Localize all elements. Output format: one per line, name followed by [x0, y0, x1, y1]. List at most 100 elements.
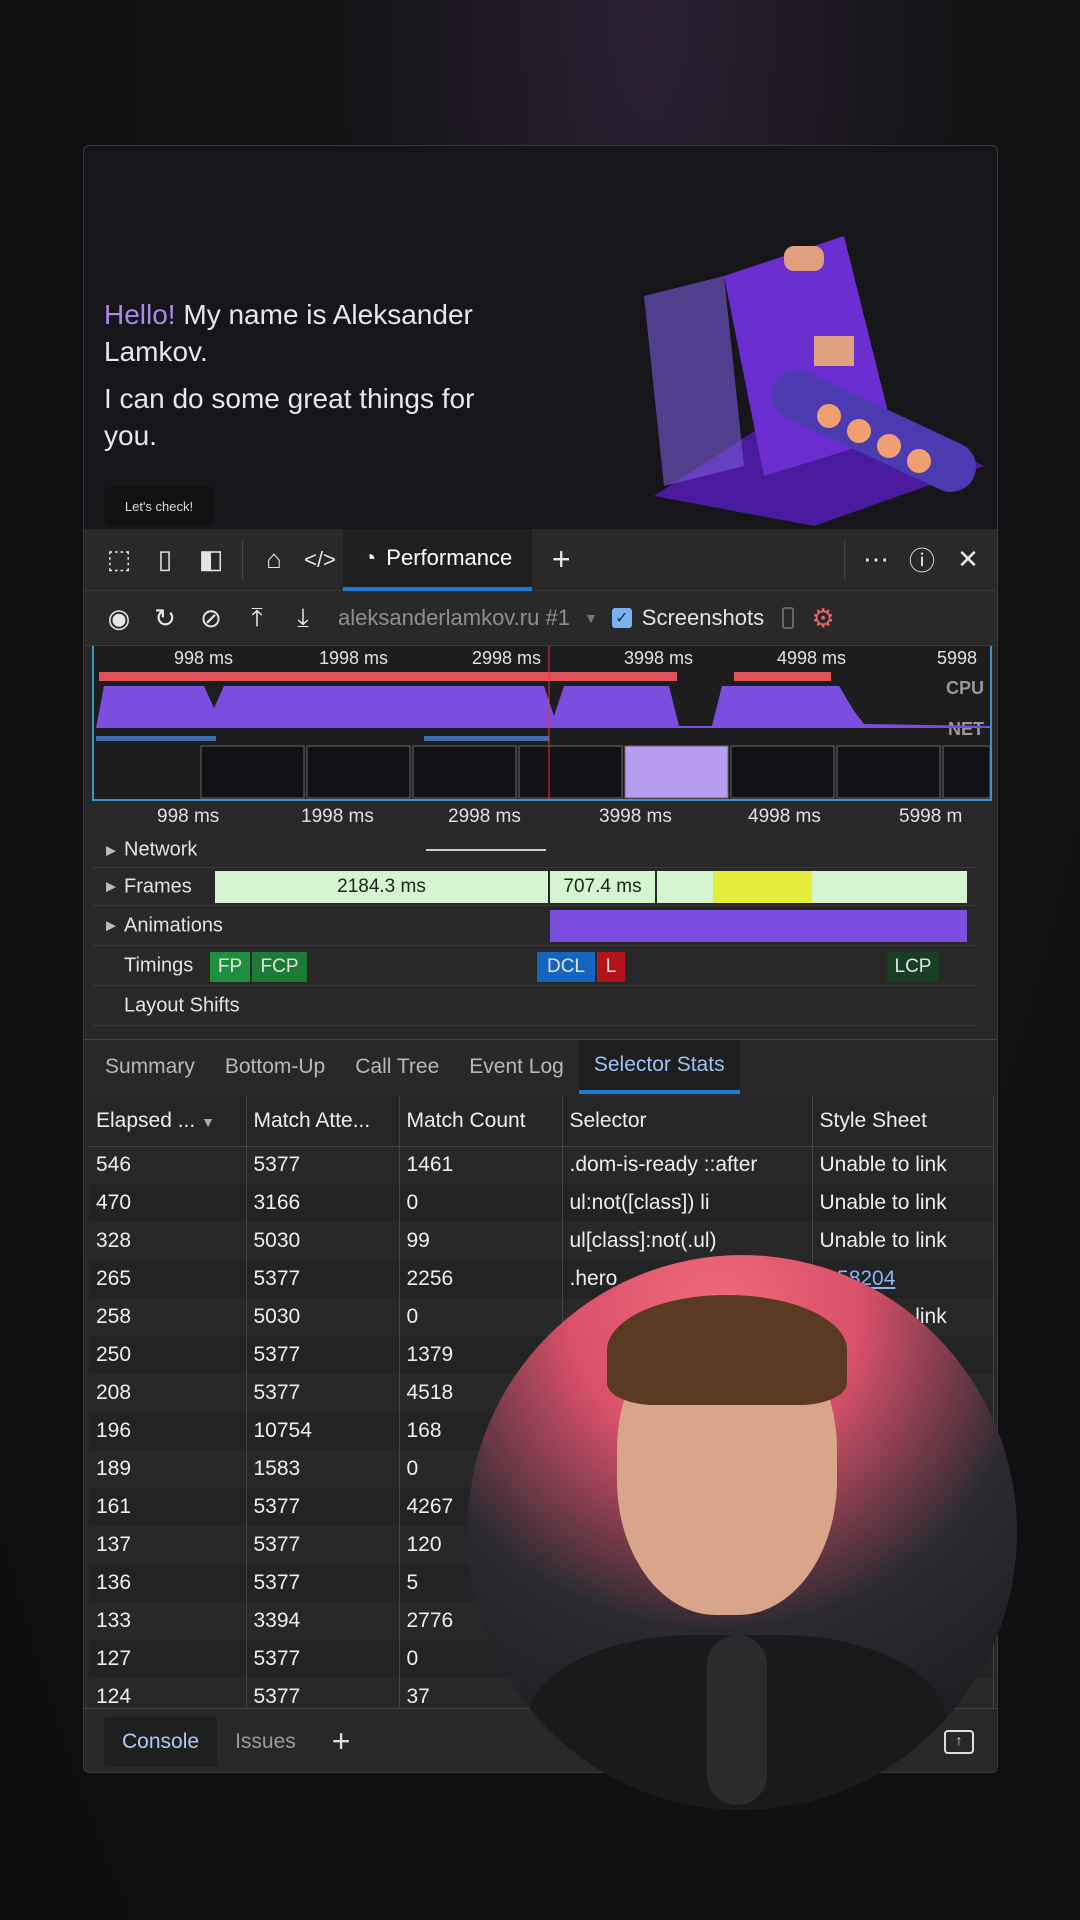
elapsed-cell: 250 — [89, 1336, 247, 1374]
track-label: Animations — [124, 914, 223, 936]
download-icon[interactable]: ⤓ — [280, 595, 326, 641]
microphone — [707, 1635, 767, 1805]
tab-summary[interactable]: Summary — [90, 1040, 210, 1094]
column-header-selector[interactable]: Selector — [562, 1096, 813, 1147]
selector-cell: ul[class]:not(.ul) — [562, 1222, 813, 1260]
match-attempts-cell: 5377 — [246, 1374, 400, 1412]
match-attempts-cell: 3394 — [246, 1602, 400, 1640]
network-track[interactable]: ▶ Network — [92, 833, 977, 868]
ruler-tick: 998 ms — [157, 806, 220, 827]
table-row[interactable]: 470 3166 0 ul:not([class]) li Unable to link — [89, 1184, 994, 1222]
dropdown-arrow-icon[interactable]: ▼ — [584, 610, 598, 626]
column-header-elapsed[interactable]: Elapsed ... ▼ — [89, 1096, 247, 1147]
add-drawer-tab-icon[interactable]: + — [314, 1717, 369, 1767]
device-toolbar-icon[interactable]: ▯ — [142, 537, 188, 583]
table-row[interactable]: 328 5030 99 ul[class]:not(.ul) Unable to lin… — [89, 1222, 994, 1260]
column-header-match-count[interactable]: Match Count — [399, 1096, 563, 1147]
elapsed-cell: 196 — [89, 1412, 247, 1450]
elapsed-cell: 470 — [89, 1184, 247, 1222]
match-attempts-cell: 5377 — [246, 1146, 400, 1184]
frame-bar[interactable]: 707.4 ms — [550, 871, 655, 903]
tab-console[interactable]: Console — [104, 1716, 218, 1767]
performance-icon: ◔ — [363, 544, 377, 570]
dcl-marker[interactable]: DCL — [537, 952, 595, 982]
help-icon[interactable]: ⓘ — [899, 537, 945, 583]
tab-performance-label: Performance — [386, 544, 513, 570]
screenshots-checkbox[interactable]: ✓ — [611, 608, 632, 628]
match-attempts-cell: 3166 — [246, 1184, 400, 1222]
match-attempts-cell: 10754 — [246, 1412, 400, 1450]
dock-drawer-icon[interactable]: ↑ — [944, 1729, 974, 1754]
elapsed-cell: 265 — [89, 1260, 247, 1298]
fp-marker[interactable]: FP — [210, 952, 250, 982]
lets-check-button[interactable]: Let's check! — [104, 486, 214, 526]
devtools-main-toolbar: ⬚ ▯ ◧ ⌂ </> ◔ Performance + ⋯ ⓘ ✕ — [84, 528, 997, 591]
close-icon[interactable]: ✕ — [945, 537, 991, 583]
elapsed-cell: 133 — [89, 1602, 247, 1640]
match-attempts-cell: 5377 — [246, 1336, 400, 1374]
tab-call-tree[interactable]: Call Tree — [340, 1040, 454, 1094]
inspect-icon[interactable]: ⬚ — [96, 537, 142, 583]
elapsed-cell: 546 — [89, 1146, 247, 1184]
add-tab-icon[interactable]: + — [538, 537, 584, 583]
dock-side-icon[interactable]: ◧ — [188, 537, 234, 583]
table-row[interactable]: 546 5377 1461 .dom-is-ready ::after Unable t… — [89, 1146, 994, 1184]
animations-track[interactable]: ▶ Animations — [92, 906, 977, 946]
expand-icon[interactable]: ▶ — [106, 918, 116, 934]
tab-performance[interactable]: ◔ Performance — [343, 528, 533, 591]
ruler-tick: 5998 m — [899, 806, 963, 827]
tab-selector-stats[interactable]: Selector Stats — [578, 1040, 740, 1094]
tab-event-log[interactable]: Event Log — [454, 1040, 579, 1094]
net-bar — [96, 736, 216, 741]
match-count-cell: 99 — [399, 1222, 563, 1260]
time-ruler: 998 ms 1998 ms 2998 ms 3998 ms 4998 ms 5… — [84, 801, 997, 833]
tab-bottom-up[interactable]: Bottom-Up — [210, 1040, 340, 1094]
animation-bar[interactable] — [550, 910, 967, 942]
more-icon[interactable]: ⋯ — [853, 537, 899, 583]
match-attempts-cell: 5377 — [246, 1526, 400, 1564]
details-tabs: Summary Bottom-Up Call Tree Event Log Se… — [84, 1039, 997, 1094]
profile-select[interactable]: aleksanderlamkov.ru #1 — [338, 605, 570, 631]
match-count-cell: 1461 — [399, 1146, 563, 1184]
match-attempts-cell: 1583 — [246, 1450, 400, 1488]
track-label: Frames — [124, 875, 192, 897]
clear-icon[interactable]: ⊘ — [188, 595, 234, 641]
home-icon[interactable]: ⌂ — [251, 537, 297, 583]
elapsed-cell: 258 — [89, 1298, 247, 1336]
ruler-tick: 2998 ms — [448, 806, 521, 827]
timings-track[interactable]: Timings FP FCP DCL L LCP — [92, 946, 977, 986]
cpu-area — [96, 686, 990, 728]
long-task-bar — [734, 672, 831, 681]
frames-track[interactable]: ▶ Frames 2184.3 ms 707.4 ms — [92, 868, 977, 906]
reload-icon[interactable]: ↻ — [142, 595, 188, 641]
expand-icon[interactable]: ▶ — [106, 879, 116, 895]
lcp-marker[interactable]: LCP — [887, 952, 939, 982]
elapsed-cell: 208 — [89, 1374, 247, 1412]
expand-icon[interactable]: ▶ — [106, 842, 116, 858]
elements-icon[interactable]: </> — [297, 537, 343, 583]
record-icon[interactable]: ◉ — [96, 595, 142, 641]
layout-shifts-track[interactable]: Layout Shifts — [92, 986, 977, 1026]
frame-bar[interactable]: 2184.3 ms — [215, 871, 548, 903]
settings-gear-icon[interactable]: ⚙ — [800, 595, 846, 641]
style-sheet-cell: Unable to link — [812, 1184, 994, 1222]
frame-bar-group[interactable] — [657, 871, 967, 903]
long-task-bar — [99, 672, 569, 681]
selector-cell: .dom-is-ready ::after — [562, 1146, 813, 1184]
cpu-chart — [96, 646, 990, 799]
load-marker[interactable]: L — [597, 952, 625, 982]
elapsed-cell: 161 — [89, 1488, 247, 1526]
upload-icon[interactable]: ⤒ — [234, 595, 280, 641]
hello-text: Hello! — [104, 299, 176, 330]
performance-toolbar: ◉ ↻ ⊘ ⤒ ⤓ aleksanderlamkov.ru #1 ▼ ✓ Scr… — [84, 591, 997, 646]
net-bar — [424, 736, 549, 741]
memory-checkbox[interactable] — [782, 607, 795, 629]
column-header-style-sheet[interactable]: Style Sheet — [812, 1096, 994, 1147]
tab-issues[interactable]: Issues — [217, 1717, 314, 1767]
selector-cell: ul:not([class]) li — [562, 1184, 813, 1222]
fcp-marker[interactable]: FCP — [252, 952, 307, 982]
elapsed-cell: 127 — [89, 1640, 247, 1678]
column-header-match-attempts[interactable]: Match Atte... — [246, 1096, 400, 1147]
track-label: Timings — [124, 954, 194, 976]
timeline-overview[interactable]: 998 ms 1998 ms 2998 ms 3998 ms 4998 ms 5… — [92, 646, 992, 801]
